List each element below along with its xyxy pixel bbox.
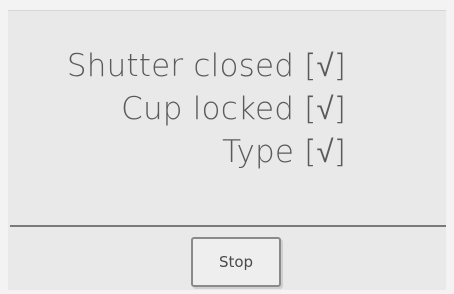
status-type: Type [√] — [222, 134, 346, 170]
status-cup-locked: Cup locked [√] — [121, 91, 346, 127]
device-screen: Shutter closed [√] Cup locked [√] Type [… — [8, 10, 446, 290]
status-checklist: Shutter closed [√] Cup locked [√] Type [… — [67, 45, 346, 174]
stop-button[interactable]: Stop — [191, 237, 281, 287]
stop-button-label: Stop — [218, 253, 254, 271]
status-shutter-closed: Shutter closed [√] — [66, 48, 346, 84]
footer-divider — [10, 225, 446, 227]
